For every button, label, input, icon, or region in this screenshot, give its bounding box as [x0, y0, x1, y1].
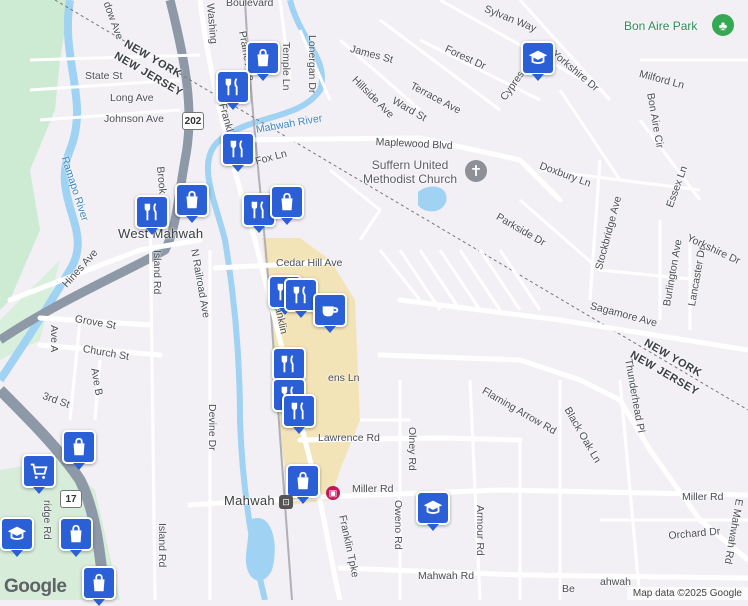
- shopping-bag-icon[interactable]: [175, 183, 209, 223]
- street-oweno-rd: Oweno Rd: [392, 500, 404, 550]
- street-ave-a: Ave A: [48, 325, 60, 353]
- street-johnson-ave: Johnson Ave: [104, 113, 164, 125]
- street-bridge-rd: ridge Rd: [41, 500, 53, 540]
- route-17-shield: 17: [60, 490, 82, 508]
- shopping-bag-icon[interactable]: [286, 464, 320, 504]
- shopping-bag-icon[interactable]: [270, 185, 304, 225]
- street-island-rd-s: Island Rd: [156, 523, 168, 568]
- mortarboard-icon[interactable]: [416, 491, 450, 531]
- street-state-st: State St: [85, 70, 123, 82]
- hines-ave-road: [7, 237, 203, 303]
- street-lawrence-rd: Lawrence Rd: [318, 432, 380, 444]
- route-202-shield: 202: [182, 112, 204, 130]
- shopping-bag-icon[interactable]: [246, 41, 280, 81]
- street-armour-rd: Armour Rd: [474, 505, 486, 556]
- fork-knife-icon[interactable]: [216, 70, 250, 110]
- mortarboard-icon[interactable]: [0, 517, 34, 557]
- coffee-cup-icon[interactable]: [313, 293, 347, 333]
- street-boulevard: Boulevard: [226, 0, 274, 9]
- street-devine-dr: Devine Dr: [206, 404, 218, 451]
- map-attribution[interactable]: Map data ©2025 Google: [626, 587, 748, 600]
- street-lonergan-dr: Lonergan Dr: [306, 35, 318, 94]
- shopping-bag-icon[interactable]: [59, 517, 93, 557]
- mortarboard-icon[interactable]: [521, 41, 555, 81]
- shopping-bag-icon[interactable]: [82, 566, 116, 606]
- street-be: Be: [562, 583, 575, 595]
- fork-knife-icon[interactable]: [135, 195, 169, 235]
- park-icon[interactable]: ♣: [712, 14, 734, 36]
- place-mahwah: Mahwah: [224, 493, 275, 508]
- shopping-bag-icon[interactable]: [62, 430, 96, 470]
- street-miller-rd: Miller Rd: [352, 483, 394, 495]
- poi-church-label[interactable]: Suffern United Methodist Church: [356, 158, 464, 186]
- street-long-ave: Long Ave: [110, 92, 154, 104]
- street-stephens-ln: ens Ln: [328, 372, 360, 384]
- google-logo: Google: [4, 576, 67, 597]
- place-bon-aire-park[interactable]: Bon Aire Park: [624, 19, 697, 33]
- sagamore-road: [397, 297, 748, 353]
- pond-south: [245, 518, 275, 581]
- municipal-building-icon[interactable]: ▣: [326, 486, 340, 500]
- street-cedar-hill-ave: Cedar Hill Ave: [276, 257, 343, 269]
- pond: [418, 186, 447, 212]
- street-brook: Brook: [154, 166, 169, 195]
- street-miller-rd-2: Miller Rd: [682, 491, 724, 503]
- church-icon[interactable]: ✝: [465, 160, 487, 182]
- fork-knife-icon[interactable]: [272, 347, 306, 387]
- street-island-rd: Island Rd: [151, 250, 163, 295]
- fork-knife-icon[interactable]: [221, 132, 255, 172]
- street-mahwah-rd: Mahwah Rd: [418, 570, 475, 582]
- ramapo-park-area: [0, 0, 70, 310]
- train-station-icon[interactable]: ⊡: [279, 495, 293, 509]
- street-temple-ln: Temple Ln: [280, 42, 292, 91]
- fork-knife-icon[interactable]: [282, 394, 316, 434]
- street-olney-rd: Olney Rd: [406, 427, 418, 471]
- shopping-cart-icon[interactable]: [22, 454, 56, 494]
